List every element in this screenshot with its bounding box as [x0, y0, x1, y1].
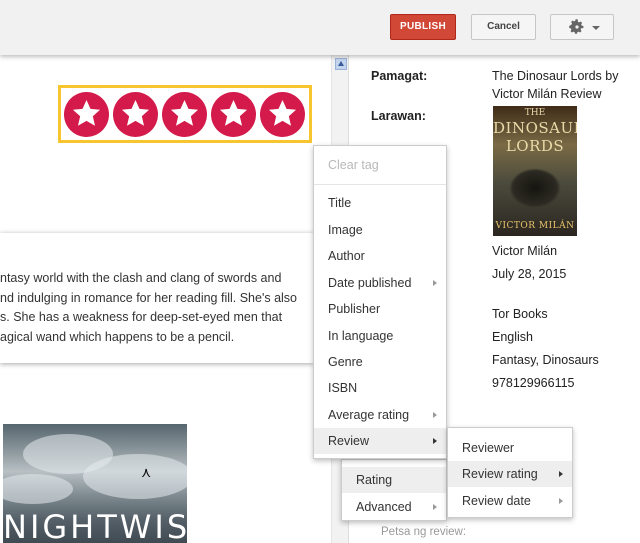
menu-item-label: Advanced	[356, 500, 412, 514]
menu-item-label: Date published	[328, 276, 412, 290]
chevron-right-icon	[433, 412, 437, 418]
star-icon	[162, 92, 207, 137]
book-cover-line: THE	[524, 108, 546, 118]
publisher-value: Tor Books	[492, 307, 548, 321]
isbn-value: 978129966115	[492, 376, 575, 390]
menu-item-image[interactable]: Image	[314, 217, 446, 243]
title-label: Pamagat:	[371, 69, 428, 83]
menu-item-rating[interactable]: Rating	[342, 467, 446, 493]
menu-item-label: Average rating	[328, 408, 410, 422]
cover-title: NIGHTWISE	[3, 508, 187, 543]
cloud-shape	[3, 474, 73, 504]
rating-stars-selection[interactable]	[58, 85, 312, 143]
menu-divider	[314, 184, 446, 185]
star-icon	[113, 92, 158, 137]
book-cover-thumbnail: THE DINOSAUR LORDS VICTOR MILÁN	[493, 106, 577, 236]
menu-item-author[interactable]: Author	[314, 243, 446, 269]
gear-icon	[569, 19, 584, 34]
menu-item-genre[interactable]: Genre	[314, 349, 446, 375]
menu-item-reviewer[interactable]: Reviewer	[448, 435, 572, 461]
menu-item-label: Review rating	[462, 467, 538, 481]
image-label: Larawan:	[371, 109, 426, 123]
chevron-right-icon	[433, 280, 437, 286]
chevron-down-icon	[592, 26, 600, 30]
review-text-line: ntasy world with the clash and clang of …	[0, 271, 282, 285]
genre-value: Fantasy, Dinosaurs	[492, 353, 599, 367]
chevron-right-icon	[433, 438, 437, 444]
menu-item-in-language[interactable]: In language	[314, 323, 446, 349]
review-submenu: Reviewer Review rating Review date	[447, 427, 573, 518]
bird-icon: ⋏	[141, 464, 152, 480]
menu-item-title[interactable]: Title	[314, 190, 446, 216]
publish-button[interactable]: PUBLISH	[390, 14, 456, 40]
review-text-card: ntasy world with the clash and clang of …	[0, 233, 314, 363]
star-icon	[211, 92, 256, 137]
title-value-continued: Victor Milán Review	[492, 87, 602, 101]
star-icon	[260, 92, 305, 137]
menu-item-review[interactable]: Review	[314, 428, 446, 454]
menu-item-label: Review date	[462, 494, 531, 508]
menu-item-review-date[interactable]: Review date	[448, 488, 572, 514]
rider-illustration	[509, 168, 561, 208]
top-toolbar: PUBLISH Cancel	[0, 0, 640, 55]
book-cover-image: ⋏ NIGHTWISE	[3, 424, 187, 543]
menu-item-average-rating[interactable]: Average rating	[314, 402, 446, 428]
menu-item-publisher[interactable]: Publisher	[314, 296, 446, 322]
cancel-button[interactable]: Cancel	[471, 14, 536, 40]
scroll-up-arrow-icon[interactable]	[335, 58, 347, 70]
review-text-line: agical wand which happens to be a pencil…	[0, 330, 235, 344]
settings-button[interactable]	[550, 14, 614, 40]
book-cover-author: VICTOR MILÁN	[495, 221, 575, 231]
menu-item-isbn[interactable]: ISBN	[314, 375, 446, 401]
chevron-right-icon	[559, 498, 563, 504]
chevron-right-icon	[433, 504, 437, 510]
review-text-line: s. She has a weakness for deep-set-eyed …	[0, 310, 283, 324]
cloud-shape	[83, 454, 187, 499]
book-cover-line: LORDS	[505, 137, 565, 155]
date-value: July 28, 2015	[492, 267, 567, 281]
chevron-right-icon	[559, 471, 563, 477]
menu-item-review-rating[interactable]: Review rating	[448, 461, 572, 487]
language-value: English	[492, 330, 533, 344]
menu-item-date-published[interactable]: Date published	[314, 270, 446, 296]
review-text-line: nd indulging in romance for her reading …	[0, 291, 298, 305]
rating-submenu: Rating Advanced	[341, 459, 447, 521]
book-cover-line: DINOSAUR	[493, 119, 577, 137]
tag-context-menu: Clear tag Title Image Author Date publis…	[313, 145, 447, 459]
menu-item-clear-tag[interactable]: Clear tag	[314, 152, 446, 178]
review-date-label: Petsa ng review:	[381, 526, 467, 538]
menu-item-advanced[interactable]: Advanced	[342, 494, 446, 520]
star-icon	[64, 92, 109, 137]
menu-item-label: Review	[328, 434, 369, 448]
author-value: Victor Milán	[492, 244, 558, 258]
title-value: The Dinosaur Lords by	[492, 69, 619, 83]
